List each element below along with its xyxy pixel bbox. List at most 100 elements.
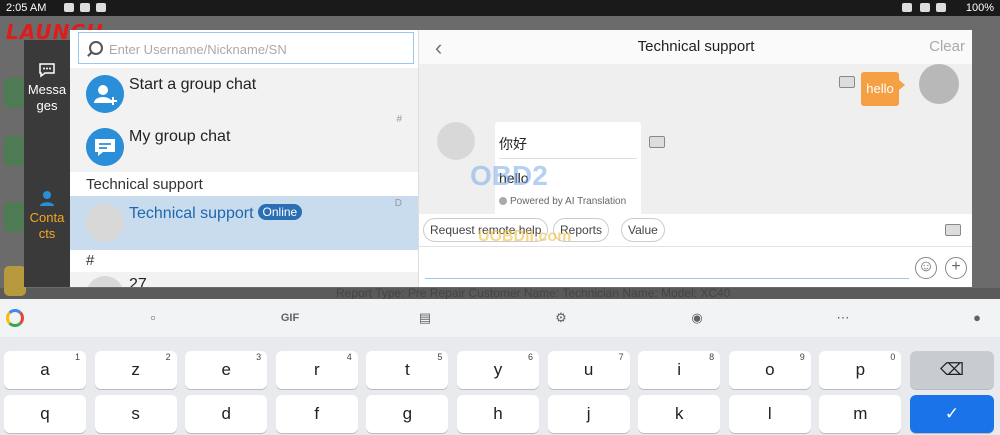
translated-text: hello [499,170,529,186]
key-m[interactable]: m [819,395,902,433]
mic-icon[interactable]: ● [968,309,986,327]
wifi-icon [936,3,946,12]
sticker-icon[interactable]: ▫ [144,309,162,327]
search-box[interactable] [78,32,414,64]
status-bar: 2:05 AM 100% [0,0,1000,16]
gif-button[interactable]: GIF [278,309,302,327]
key-f[interactable]: f [275,395,358,433]
key-hint: 1 [74,352,80,362]
rail-messages[interactable]: Messages [24,62,70,114]
key-label: p [855,360,866,379]
group-chat-icon [86,128,124,166]
key-label: e [221,360,231,379]
key-g[interactable]: g [366,395,449,433]
avatar [919,64,959,104]
clear-button[interactable]: Clear [929,38,965,55]
key-h[interactable]: h [457,395,539,433]
key-hint: 8 [709,352,715,362]
outgoing-message: hello [861,72,905,106]
online-badge: Online [257,204,303,220]
reports-button[interactable]: Reports [553,218,610,242]
key-o[interactable]: o9 [728,351,811,389]
rail-contacts-label: Contacts [29,210,65,241]
app-tile [4,266,26,296]
key-i[interactable]: i8 [638,351,721,389]
avatar [86,204,124,242]
key-r[interactable]: r4 [275,351,358,389]
translate-icon[interactable] [945,224,961,236]
key-hint: 3 [256,352,262,362]
request-remote-help-button[interactable]: Request remote help [423,218,549,242]
value-button[interactable]: Value [621,218,665,242]
divider [499,158,637,159]
avatar [86,276,124,287]
key-e[interactable]: e3 [185,351,268,389]
key-hint: 4 [346,352,352,362]
section-header-hash: # [70,250,418,272]
contact-name: 27 [129,276,147,287]
keyboard-toolbar: ▫ GIF ▤ ⚙ ◉ ⋯ ● [0,299,1000,337]
key-p[interactable]: p0 [819,351,902,389]
key-l[interactable]: l [728,395,811,433]
report-line: Report Type: Pre Repair Customer Name: T… [336,286,731,300]
key-j[interactable]: j [547,395,630,433]
key-k[interactable]: k [638,395,721,433]
video-icon [96,3,106,12]
backspace-key[interactable]: ⌫ [910,351,994,389]
person-icon [40,191,54,206]
section-header-technical: Technical support [70,174,418,196]
translate-icon[interactable] [839,76,855,88]
enter-key[interactable]: ✓ [910,395,994,433]
key-hint: 2 [165,352,171,362]
palette-icon[interactable]: ◉ [688,309,706,327]
key-hint: 5 [437,352,443,362]
more-icon[interactable]: ⋯ [834,309,852,327]
contact-technical-support[interactable]: Technical support Online D [70,196,418,250]
keyboard: ▫ GIF ▤ ⚙ ◉ ⋯ ● a1z2e3r4t5y6u7i8o9p0 qsd… [0,299,1000,435]
search-icon [89,41,103,55]
key-label: z [131,360,140,379]
contact-name: Technical support Online [129,204,303,223]
settings-icon [80,3,90,12]
key-label: t [405,360,410,379]
add-attachment-icon[interactable]: + [945,257,967,279]
notification-icon [64,3,74,12]
chat-bubble-icon [39,63,55,78]
chat-panel: ‹ Technical support Clear hello 你好 hello… [418,30,972,287]
key-y[interactable]: y6 [457,351,539,389]
rail-messages-label: Messages [27,82,67,113]
quick-actions: Request remote help Reports Value [419,216,972,246]
start-group-chat-row[interactable]: Start a group chat [70,68,418,120]
google-icon[interactable] [6,309,24,327]
key-d[interactable]: d [185,395,268,433]
key-label: r [313,360,320,379]
key-a[interactable]: a1 [4,351,86,389]
search-input[interactable] [109,39,399,59]
my-group-chat-row[interactable]: My group chat # [70,114,418,172]
emoji-icon[interactable]: ☺ [915,257,937,279]
cast-icon [902,3,912,12]
contact-row-label: My group chat [129,128,231,145]
key-hint: 6 [527,352,533,362]
key-t[interactable]: t5 [366,351,449,389]
status-time: 2:05 AM [6,2,47,14]
rail-contacts[interactable]: Contacts [24,190,70,242]
message-input[interactable] [425,253,909,279]
translate-icon[interactable] [649,136,665,148]
key-s[interactable]: s [94,395,177,433]
settings-gear-icon[interactable]: ⚙ [552,309,570,327]
key-label: y [493,360,503,379]
side-rail: Messages Contacts [24,40,70,287]
powered-by-label: Powered by AI Translation [499,196,626,207]
key-z[interactable]: z2 [94,351,177,389]
key-label: a [40,360,50,379]
key-hint: 0 [890,352,896,362]
key-hint: 7 [618,352,624,362]
key-label: i [677,360,682,379]
clipboard-icon[interactable]: ▤ [416,309,434,327]
chat-header: ‹ Technical support Clear [419,30,972,64]
message-input-row: ☺ + [419,246,972,287]
contact-row[interactable]: 27 [70,272,418,287]
key-u[interactable]: u7 [547,351,630,389]
key-q[interactable]: q [4,395,86,433]
